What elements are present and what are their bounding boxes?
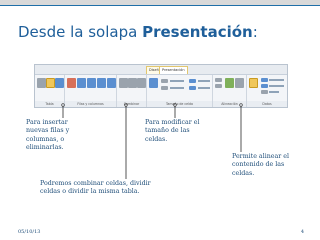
callout-dot-insert [61, 103, 65, 107]
footer-date: 05/10/13 [18, 229, 41, 235]
callout-dot-align [239, 103, 243, 107]
callout-dot-resize [173, 103, 177, 107]
annotation-insert: Para insertar nuevas filas y columnas, o… [26, 119, 70, 152]
page-number: 4 [300, 229, 304, 235]
annotation-merge: Podremos combinar celdas, dividir celdas… [40, 180, 151, 196]
annotation-align: Permite alinear el contenido de las celd… [232, 153, 290, 177]
callout-dot-merge [124, 103, 128, 107]
annotation-resize: Para modificar el tamaño de las celdas. [145, 119, 200, 143]
